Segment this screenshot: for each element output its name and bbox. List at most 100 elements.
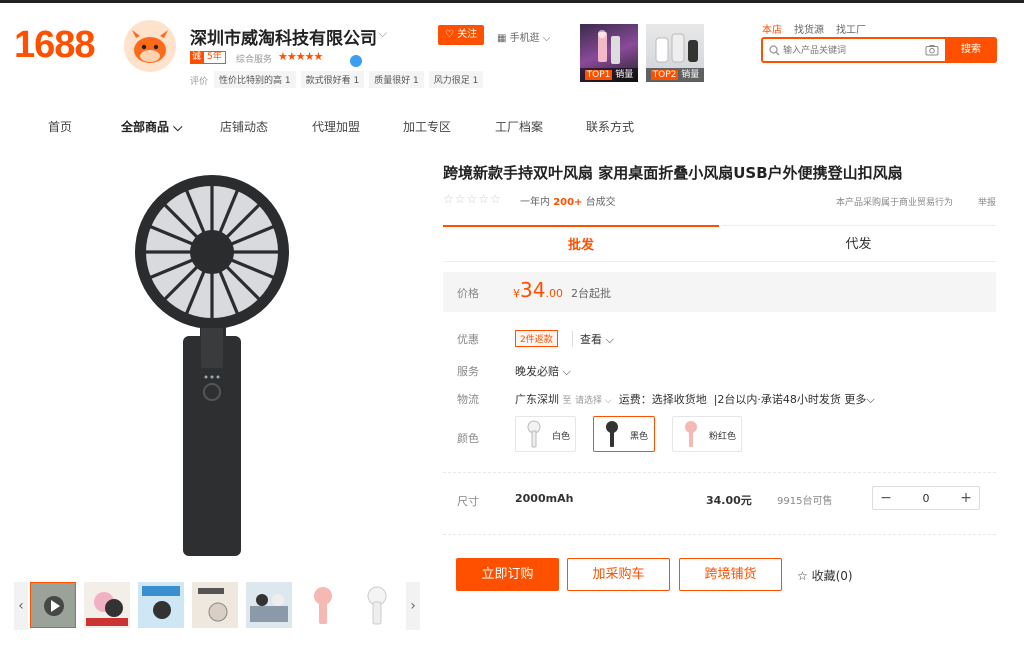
eval-tag[interactable]: 款式很好看 1 xyxy=(300,71,365,88)
chevron-down-icon[interactable]: ⌵ xyxy=(378,26,387,41)
nav-all-products-label: 全部商品 xyxy=(121,120,170,134)
thumbnail-video[interactable] xyxy=(30,582,76,628)
eval-tag[interactable]: 性价比特别的高 1 xyxy=(214,71,296,88)
mobile-browse-link[interactable]: ▦ 手机逛 ⌵ xyxy=(497,29,550,44)
color-swatch-white xyxy=(527,420,541,448)
thumbnail[interactable] xyxy=(246,582,292,628)
min-order: 2台起批 xyxy=(571,287,611,300)
qr-icon: ▦ xyxy=(497,33,507,44)
price: ¥34.00 xyxy=(513,278,563,302)
sku-price: 34.00元 xyxy=(706,494,752,507)
site-logo[interactable]: 1688 xyxy=(14,24,96,67)
tab-dropship[interactable]: 代发 xyxy=(721,225,996,262)
divider xyxy=(443,534,996,535)
sku-stock: 9915台可售 xyxy=(777,496,833,507)
color-option-black[interactable]: 黑色 xyxy=(593,416,655,452)
shop-avatar[interactable] xyxy=(124,20,176,72)
color-option-pink[interactable]: 粉红色 xyxy=(672,416,742,452)
color-swatch-black xyxy=(606,421,618,447)
logistics-info: 广东深圳 至 请选择 ⌵ 运费：选择收货地 |2台以内·承诺48小时发货 更多⌵ xyxy=(515,393,875,406)
color-swatch-pink xyxy=(685,421,697,447)
decrement-button[interactable]: − xyxy=(873,487,899,509)
add-to-cart-button[interactable]: 加采购车 xyxy=(567,558,670,591)
search-tab-factory[interactable]: 找工厂 xyxy=(836,21,866,36)
price-decimal: .00 xyxy=(545,287,563,300)
destination-select[interactable]: 请选择 ⌵ xyxy=(575,396,612,406)
divider xyxy=(443,472,996,473)
order-now-button[interactable]: 立即订购 xyxy=(456,558,559,591)
report-link[interactable]: 举报 xyxy=(978,195,996,208)
logistics-fee: 运费：选择收货地 xyxy=(618,393,707,406)
search-button[interactable]: 搜索 xyxy=(945,37,997,63)
color-option-white[interactable]: 白色 xyxy=(515,416,576,452)
thumbnail[interactable] xyxy=(84,582,130,628)
nav-processing[interactable]: 加工专区 xyxy=(403,118,451,135)
star-icon: ☆ xyxy=(797,569,808,583)
thumbnail[interactable] xyxy=(138,582,184,628)
search-input[interactable] xyxy=(783,43,923,59)
top-rank-label: 销量 xyxy=(615,70,634,80)
promo-tag: 2件返款 xyxy=(515,330,558,347)
years-badge-value: 5年 xyxy=(203,51,226,64)
sku-spec: 2000mAh xyxy=(515,492,574,505)
cross-border-button[interactable]: 跨境铺货 xyxy=(679,558,782,591)
nav-agency[interactable]: 代理加盟 xyxy=(312,118,360,135)
price-integer: 34 xyxy=(520,278,546,302)
promo-view-label: 查看 xyxy=(580,333,602,346)
sales-count: 200+ xyxy=(553,197,583,208)
price-currency: ¥ xyxy=(513,287,520,300)
nav-all-products[interactable]: 全部商品 ⌵ xyxy=(121,118,182,135)
thumbnail[interactable] xyxy=(192,582,238,628)
thumbnail[interactable] xyxy=(354,582,400,628)
thumbnail[interactable] xyxy=(300,582,346,628)
verified-icon xyxy=(350,55,362,67)
eval-label: 评价 xyxy=(190,77,209,87)
size-label: 尺寸 xyxy=(457,495,479,508)
service-rating-stars: ★★★★★ xyxy=(278,50,323,63)
search-tab-source[interactable]: 找货源 xyxy=(794,21,824,36)
nav-factory-profile[interactable]: 工厂档案 xyxy=(495,118,543,135)
quantity-stepper: − + xyxy=(872,486,980,510)
eval-tag[interactable]: 质量很好 1 xyxy=(369,71,424,88)
price-bar: 价格 ¥34.00 2台起批 xyxy=(443,272,996,312)
search-icon xyxy=(769,45,780,56)
logistics-from: 广东深圳 xyxy=(515,393,559,406)
logistics-to: 至 xyxy=(562,396,572,406)
camera-icon[interactable] xyxy=(925,43,939,57)
favorite-button[interactable]: ☆ 收藏(0) xyxy=(797,567,853,584)
sales-summary: 一年内 200+ 台成交 xyxy=(520,193,616,208)
shop-name[interactable]: 深圳市威淘科技有限公司 xyxy=(190,24,377,49)
top-product-1[interactable]: TOP1 销量 xyxy=(580,24,638,82)
nav-store-news[interactable]: 店铺动态 xyxy=(220,118,268,135)
service-score-label: 综合服务 xyxy=(236,55,273,65)
nav-home[interactable]: 首页 xyxy=(48,118,72,135)
nav-contact[interactable]: 联系方式 xyxy=(586,118,634,135)
top-rank: TOP1 xyxy=(584,70,613,80)
service-label: 服务 xyxy=(457,365,479,378)
service-dropdown[interactable]: 晚发必赔 ⌵ xyxy=(515,363,571,379)
browser-top-strip xyxy=(0,0,1024,3)
mobile-label: 手机逛 xyxy=(509,33,540,44)
thumb-prev-icon[interactable]: ‹ xyxy=(14,582,28,630)
promo-view-dropdown[interactable]: 查看 ⌵ xyxy=(572,331,614,347)
business-note: 本产品采购属于商业贸易行为 xyxy=(836,198,954,208)
eval-tag[interactable]: 风力很足 1 xyxy=(428,71,484,88)
years-badge-prefix: 诚 xyxy=(190,51,204,64)
product-main-image[interactable] xyxy=(130,170,300,560)
color-name: 粉红色 xyxy=(709,432,737,442)
logistics-more-label: 更多 xyxy=(844,393,867,406)
top-product-2[interactable]: TOP2 销量 xyxy=(646,24,704,82)
years-badge: 诚 5年 xyxy=(190,51,226,64)
tab-wholesale[interactable]: 批发 xyxy=(443,225,719,262)
follow-label: 关注 xyxy=(457,29,478,40)
search-tab-store[interactable]: 本店 xyxy=(762,21,782,36)
service-value: 晚发必赔 xyxy=(515,365,559,378)
color-name: 白色 xyxy=(552,432,571,442)
top-rank-label: 销量 xyxy=(681,70,700,80)
thumb-next-icon[interactable]: › xyxy=(406,582,420,630)
quantity-input[interactable] xyxy=(901,489,951,507)
logistics-more[interactable]: 更多⌵ xyxy=(844,393,874,406)
follow-button[interactable]: ♡ 关注 xyxy=(438,25,484,45)
increment-button[interactable]: + xyxy=(953,487,979,509)
eval-tags: 性价比特别的高 1 款式很好看 1 质量很好 1 风力很足 1 xyxy=(214,71,484,88)
